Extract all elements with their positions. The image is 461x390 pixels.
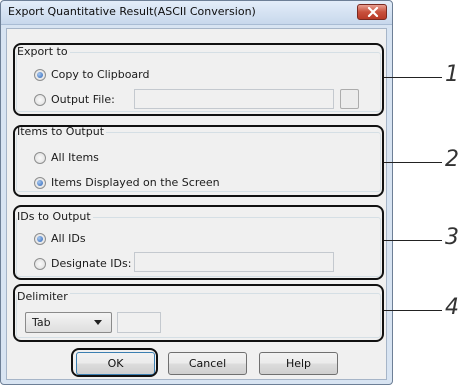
ok-callout-box [71, 348, 158, 377]
callout-number-4: 4 [445, 295, 459, 320]
callout-box-1 [13, 43, 384, 116]
cancel-button[interactable]: Cancel [168, 352, 247, 375]
callout-number-3: 3 [445, 225, 459, 250]
callout-box-2 [13, 125, 384, 197]
leader-line-1 [384, 77, 442, 78]
callout-number-1: 1 [445, 62, 459, 87]
help-button[interactable]: Help [259, 352, 338, 375]
leader-line-4 [384, 310, 442, 311]
callout-box-4 [13, 284, 384, 342]
close-button[interactable] [357, 4, 387, 20]
close-icon [367, 7, 379, 17]
callout-box-3 [13, 205, 384, 280]
callout-number-2: 2 [445, 147, 459, 172]
title-bar: Export Quantitative Result(ASCII Convers… [1, 1, 392, 25]
leader-line-3 [384, 240, 442, 241]
window-title: Export Quantitative Result(ASCII Convers… [8, 5, 256, 18]
leader-line-2 [384, 162, 442, 163]
